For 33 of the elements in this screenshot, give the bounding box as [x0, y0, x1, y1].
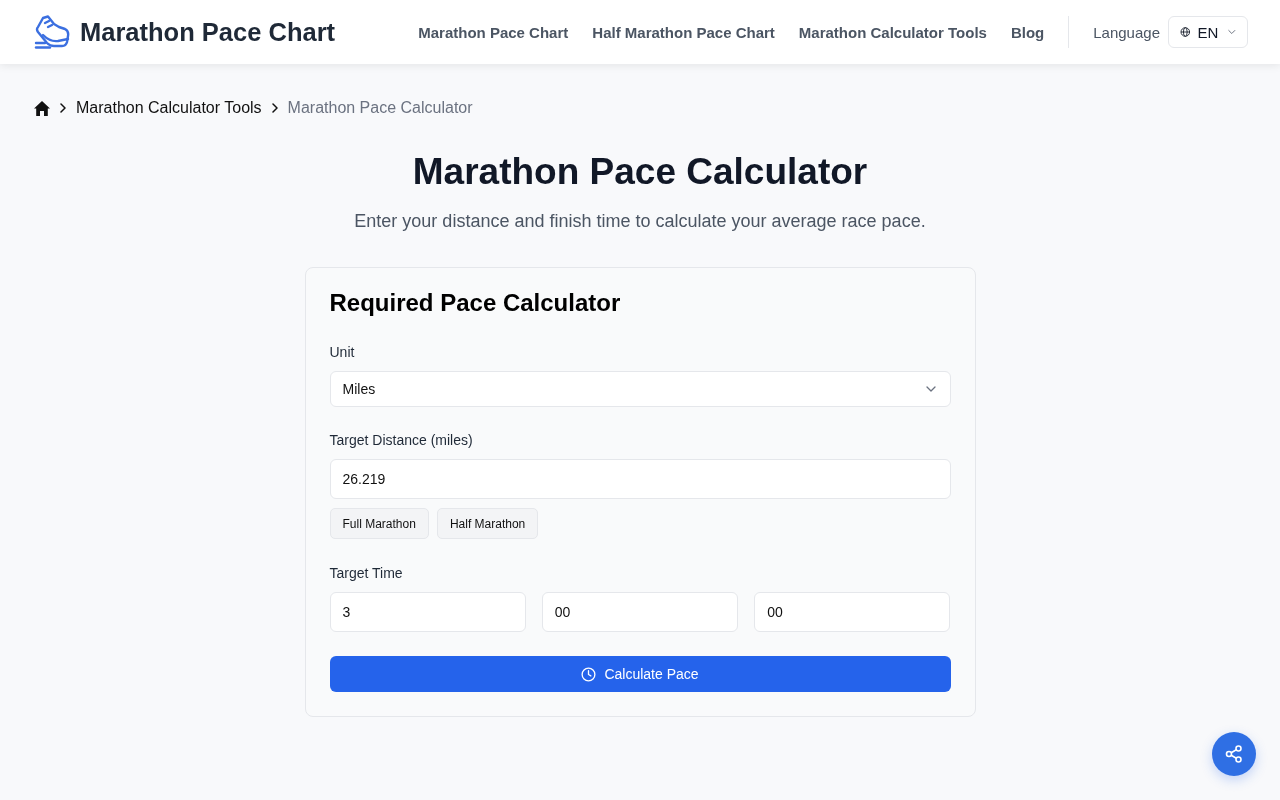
- time-input[interactable]: 3: [329, 592, 526, 632]
- share-icon: [1225, 745, 1243, 763]
- nav-link[interactable]: Marathon Calculator Tools: [798, 23, 987, 41]
- page-title: Marathon Pace Calculator: [412, 150, 868, 194]
- language-selector[interactable]: EN: [1168, 16, 1248, 48]
- distance-input[interactable]: 26.219: [329, 459, 951, 499]
- nav-link[interactable]: Marathon Pace Chart: [418, 23, 569, 41]
- unit-select[interactable]: Miles: [329, 371, 951, 407]
- chevron-right-icon: [271, 103, 278, 113]
- clock-icon: [581, 666, 597, 682]
- breadcrumb-link[interactable]: Marathon Calculator Tools: [76, 99, 262, 117]
- home-icon[interactable]: [34, 100, 50, 116]
- field-label: Unit: [329, 343, 356, 362]
- site-title[interactable]: Marathon Pace Chart: [80, 17, 336, 47]
- calculate-button[interactable]: Calculate Pace: [329, 656, 951, 692]
- chevron-down-icon: [1228, 29, 1236, 35]
- preset-button[interactable]: Half Marathon: [436, 508, 539, 539]
- share-button[interactable]: [1212, 732, 1256, 776]
- language-label: Language: [1093, 23, 1160, 41]
- preset-button[interactable]: Full Marathon: [329, 508, 429, 539]
- time-input[interactable]: 00: [541, 592, 739, 632]
- shoe-icon[interactable]: [34, 15, 70, 49]
- chevron-right-icon: [60, 103, 66, 113]
- time-input[interactable]: 00: [754, 592, 951, 632]
- chevron-down-icon: [925, 386, 936, 392]
- globe-icon: [1180, 25, 1191, 39]
- page-subtitle: Enter your distance and finish time to calculate your average race pace.: [354, 210, 926, 233]
- field-label: Target Distance (miles): [329, 431, 474, 450]
- card-title: Required Pace Calculator: [329, 288, 622, 318]
- nav-link[interactable]: Blog: [1010, 23, 1045, 41]
- breadcrumb-link[interactable]: Marathon Pace Calculator: [287, 99, 473, 117]
- field-label: Target Time: [329, 564, 404, 583]
- nav-link[interactable]: Half Marathon Pace Chart: [592, 23, 775, 41]
